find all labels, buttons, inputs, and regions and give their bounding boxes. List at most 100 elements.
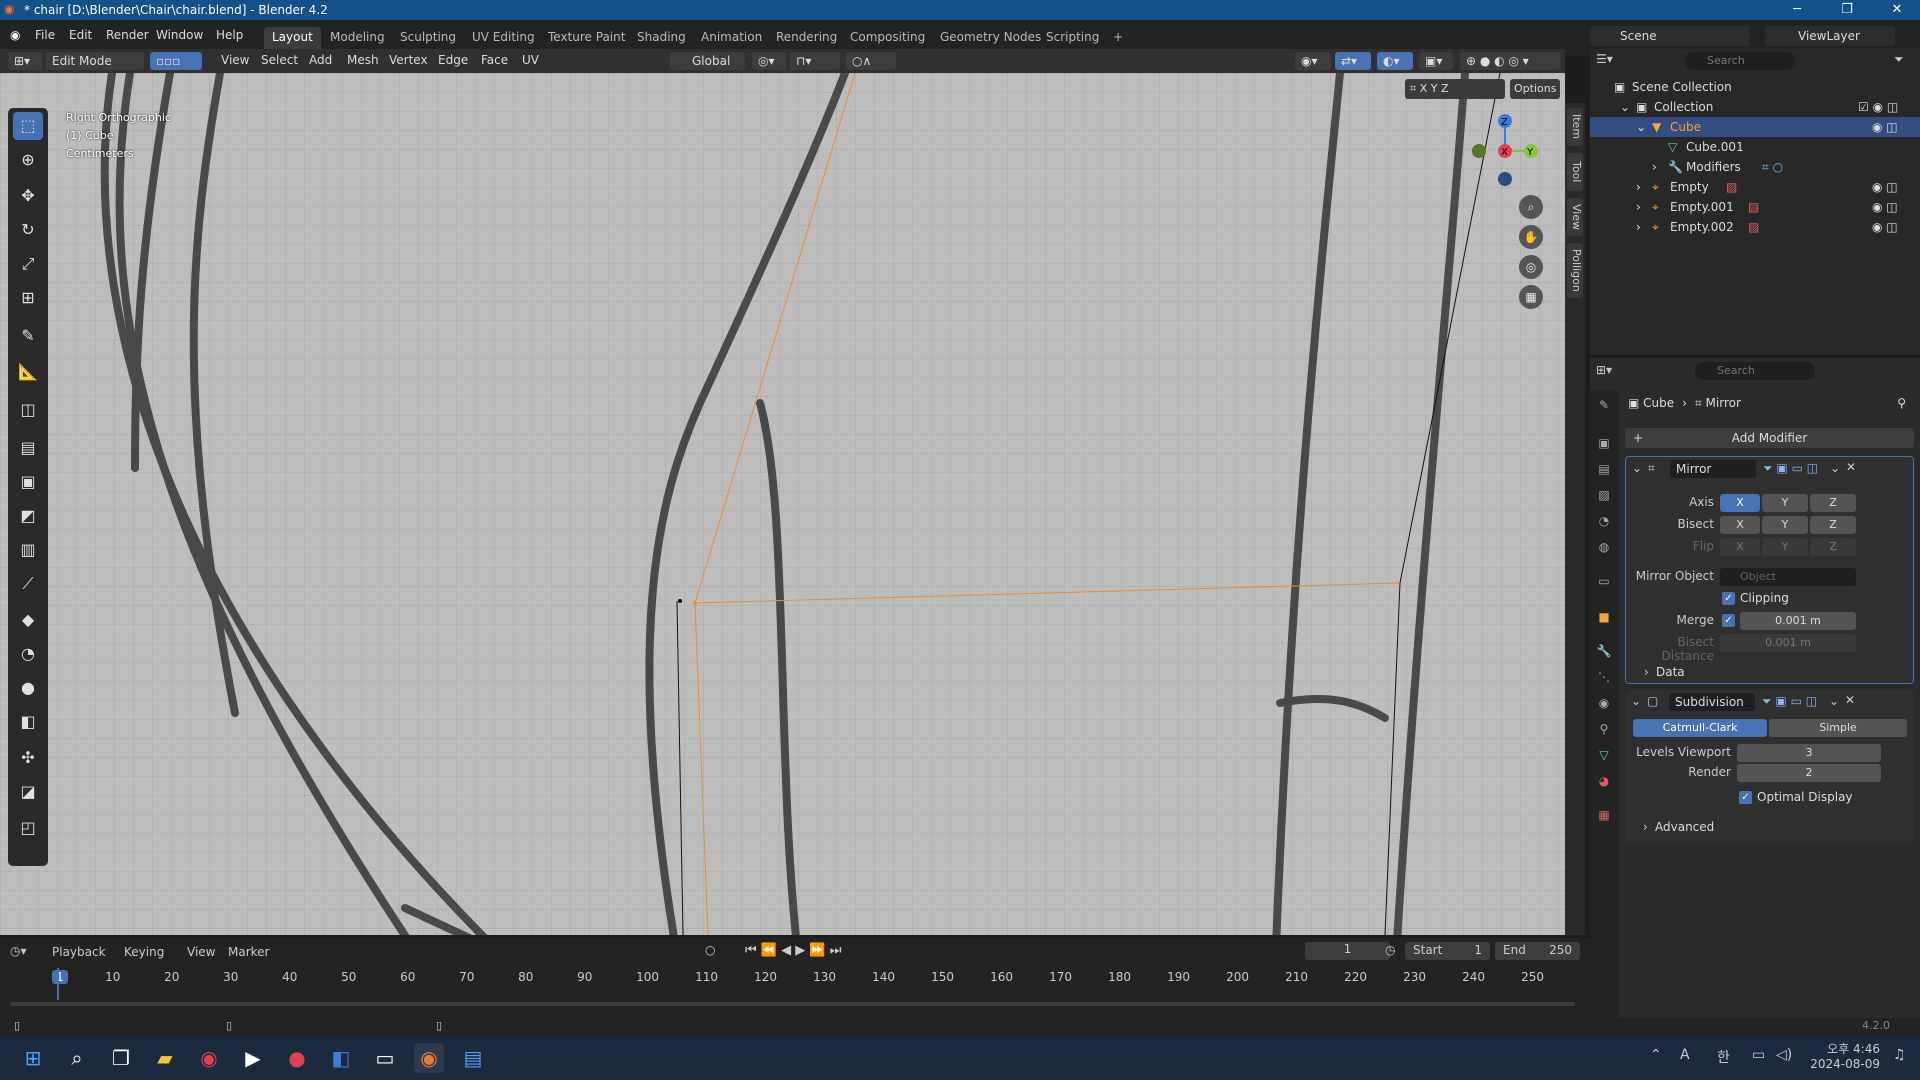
notification-bell-icon[interactable]: ♫ [1893, 1047, 1906, 1063]
axis-x-toggle[interactable]: X [1720, 494, 1760, 512]
add-modifier-button[interactable]: + Add Modifier [1625, 428, 1914, 448]
world-icon[interactable]: ◍ [1596, 540, 1612, 556]
tab-view[interactable]: View [1567, 198, 1583, 236]
media-player-icon[interactable]: ▶ [238, 1043, 268, 1073]
collection-props-icon[interactable]: ▭ [1596, 574, 1612, 590]
texture-icon[interactable]: ▦ [1596, 808, 1612, 824]
tray-chevron-icon[interactable]: ⌃ [1650, 1047, 1662, 1063]
tab-tool[interactable]: Tool [1567, 153, 1583, 191]
xray-button[interactable]: ▣▾ [1419, 52, 1453, 70]
physics-icon[interactable]: ◉ [1596, 696, 1612, 712]
tab-animation[interactable]: Animation [693, 27, 770, 49]
grid-toggle-icon[interactable]: ▦ [1519, 285, 1543, 309]
notepad-icon[interactable]: ▤ [458, 1043, 488, 1073]
poly-build-tool-icon[interactable]: ◆ [13, 606, 43, 634]
timeline-menu-playback[interactable]: Playback [52, 945, 106, 959]
viewport-menu-uv[interactable]: UV [522, 53, 539, 67]
outliner-type-icon[interactable]: ☰▾ [1596, 52, 1613, 66]
gizmo-button[interactable]: ⇄▾ [1335, 52, 1371, 70]
optimal-display-checkbox[interactable]: ✓ [1739, 791, 1752, 804]
object-props-icon[interactable]: ■ [1596, 610, 1612, 626]
navigation-gizmo[interactable]: X Y Z [1465, 113, 1545, 203]
outliner-row-modifiers[interactable]: › 🔧 Modifiers ⌗ ○ [1590, 157, 1920, 177]
tab-rendering[interactable]: Rendering [768, 27, 845, 49]
material-icon[interactable]: ◕ [1596, 774, 1612, 790]
properties-search-input[interactable]: Search [1695, 362, 1815, 380]
tab-sculpting[interactable]: Sculpting [392, 27, 464, 49]
axis-y-toggle[interactable]: Y [1762, 494, 1808, 512]
tab-polligon[interactable]: Polligon [1567, 243, 1583, 298]
menu-window[interactable]: Window [156, 28, 203, 42]
terminal-icon[interactable]: ▭ [370, 1043, 400, 1073]
visibility-eye-icon[interactable]: ◉ ◫ [1872, 200, 1898, 214]
scale-tool-icon[interactable]: ⤢ [13, 250, 43, 278]
bisect-z-toggle[interactable]: Z [1810, 516, 1856, 534]
dropdown-chevron-icon[interactable]: ⌄ [1829, 694, 1839, 708]
outliner-row-cube[interactable]: ⌄ ▼ Cube ◉ ◫ [1590, 117, 1920, 137]
timeline-menu-marker[interactable]: Marker [228, 945, 269, 959]
render-levels-field[interactable]: 2 [1737, 764, 1881, 782]
current-frame-field[interactable]: 1 [1305, 942, 1390, 960]
view-layer-icon[interactable]: ▨ [1596, 488, 1612, 504]
remove-modifier-icon[interactable]: ✕ [1845, 693, 1855, 707]
outliner-row-scene-collection[interactable]: ▣ Scene Collection [1590, 77, 1920, 97]
chevron-down-icon[interactable]: ⌄ [1632, 461, 1642, 475]
timeline-menu-keying[interactable]: Keying [124, 945, 164, 959]
scene-selector[interactable]: Scene [1590, 26, 1750, 46]
playhead[interactable] [57, 968, 59, 1000]
inset-tool-icon[interactable]: ▣ [13, 468, 43, 496]
viewport-menu-face[interactable]: Face [481, 53, 508, 67]
view-layer-selector[interactable]: ViewLayer [1765, 26, 1895, 46]
mesh-data-props-icon[interactable]: ▽ [1596, 748, 1612, 764]
chevron-right-icon[interactable]: › [1636, 200, 1641, 214]
search-icon[interactable]: ⌕ [62, 1043, 92, 1073]
modifier-props-wrench-icon[interactable]: 🔧 [1596, 644, 1612, 660]
chevron-right-icon[interactable]: › [1643, 820, 1648, 834]
file-explorer-icon[interactable]: ▰ [150, 1043, 180, 1073]
modifier-visibility-icons[interactable]: ⏷ ▣ ▭ ◫ [1762, 694, 1817, 709]
chevron-down-icon[interactable]: ⌄ [1631, 694, 1641, 708]
viewport-menu-select[interactable]: Select [261, 53, 298, 67]
app-m-icon[interactable]: ◧ [326, 1043, 356, 1073]
edge-slide-tool-icon[interactable]: ◧ [13, 708, 43, 736]
tab-texture-paint[interactable]: Texture Paint [540, 27, 633, 49]
chevron-down-icon[interactable]: ⌄ [1636, 120, 1646, 134]
tab-uv-editing[interactable]: UV Editing [464, 27, 543, 49]
select-box-tool-icon[interactable]: ⬚ [13, 112, 43, 140]
transform-orientation[interactable]: Global [670, 52, 745, 70]
chevron-right-icon[interactable]: › [1636, 180, 1641, 194]
particles-icon[interactable]: ⋱ [1596, 670, 1612, 686]
smooth-tool-icon[interactable]: ● [13, 674, 43, 702]
outliner-search-input[interactable]: Search [1685, 52, 1795, 70]
network-icon[interactable]: ▭ [1752, 1047, 1765, 1063]
windows-start-icon[interactable]: ⊞ [18, 1043, 48, 1073]
rip-region-tool-icon[interactable]: ◰ [13, 814, 43, 842]
outliner-row-collection[interactable]: ⌄ ▣ Collection ☑ ◉ ◫ [1590, 97, 1920, 117]
shading-buttons[interactable]: ⊕ ● ◐ ◎ ▾ [1460, 52, 1560, 70]
dropdown-chevron-icon[interactable]: ⌄ [1830, 461, 1840, 475]
pin-icon[interactable]: ⚲ [1897, 396, 1906, 410]
proportional-button[interactable]: ○∧ [846, 52, 896, 70]
blender-taskbar-icon[interactable]: ◉ [414, 1043, 444, 1073]
start-frame-field[interactable]: Start 1 [1405, 942, 1490, 960]
chevron-right-icon[interactable]: › [1644, 665, 1649, 679]
mirror-axis-buttons[interactable]: ⌗ X Y Z [1405, 79, 1505, 99]
timeline-scrollbar[interactable] [10, 1002, 1575, 1006]
rotate-tool-icon[interactable]: ↻ [13, 216, 43, 244]
advanced-subpanel-label[interactable]: Advanced [1655, 820, 1714, 834]
visibility-eye-icon[interactable]: ◉ ◫ [1872, 120, 1898, 134]
merge-checkbox[interactable]: ✓ [1722, 614, 1735, 627]
visibility-eye-icon[interactable]: ☑ ◉ ◫ [1858, 100, 1898, 114]
modifier-visibility-icons[interactable]: ⏷ ▣ ▭ ◫ [1763, 461, 1818, 476]
close-button[interactable]: ✕ [1877, 2, 1917, 17]
knife-tool-icon[interactable]: ⟋ [13, 570, 43, 598]
3d-viewport[interactable]: Right Orthographic (1) Cube Centimeters … [0, 73, 1565, 935]
subdivision-name-field[interactable]: Subdivision [1669, 693, 1755, 711]
chevron-right-icon[interactable]: › [1636, 220, 1641, 234]
overlay-button[interactable]: ◐▾ [1377, 52, 1413, 70]
mirror-object-field[interactable]: Object [1720, 568, 1856, 586]
ime-indicator[interactable]: A [1680, 1047, 1690, 1063]
maximize-button[interactable]: ❐ [1827, 2, 1867, 17]
tool-settings-icon[interactable]: ✎ [1596, 398, 1612, 414]
chevron-down-icon[interactable]: ⌄ [1620, 100, 1630, 114]
